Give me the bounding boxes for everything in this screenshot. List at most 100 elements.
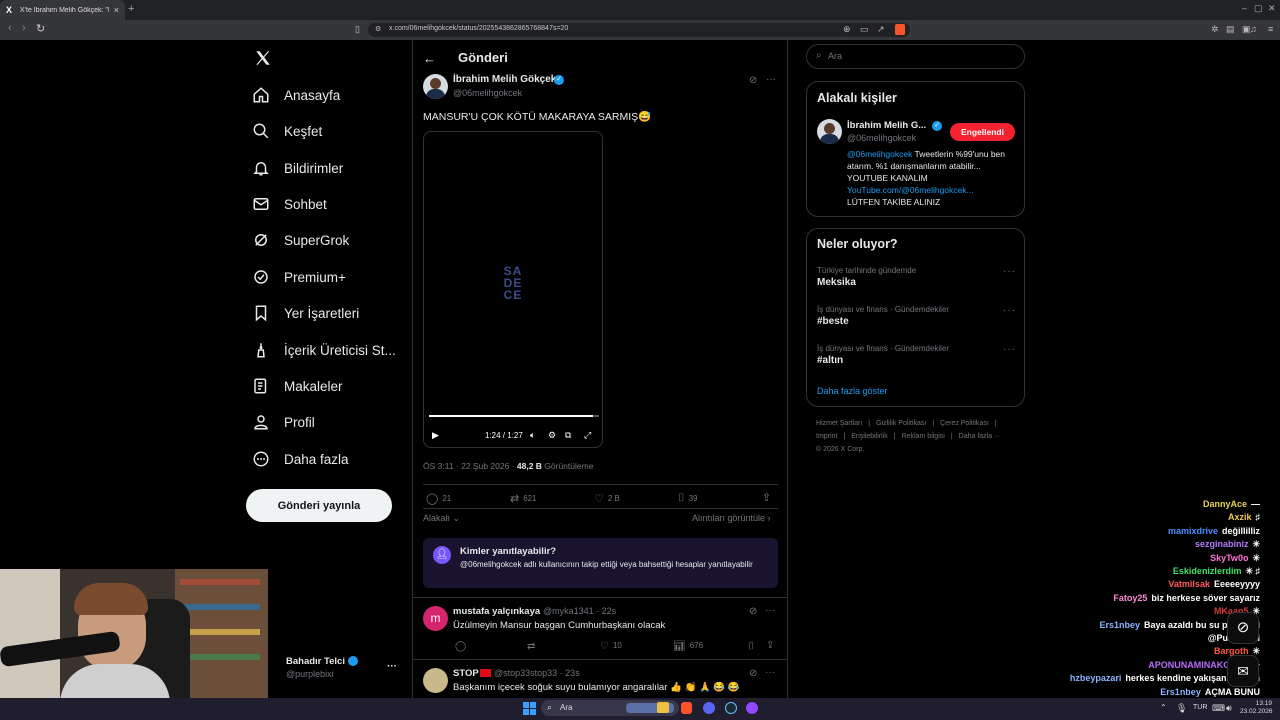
network-icon[interactable]: ⌨: [1212, 703, 1225, 714]
post-more-icon[interactable]: ···: [766, 74, 776, 85]
author-name[interactable]: İbrahim Melih Gökçek: [453, 74, 556, 85]
sidebar-item-bookmarks[interactable]: Yer İşaretleri: [252, 302, 359, 324]
new-tab-button[interactable]: +: [128, 3, 134, 15]
reload-icon[interactable]: ↻: [36, 22, 45, 35]
zoom-icon[interactable]: ⊕: [843, 24, 851, 35]
share-icon[interactable]: ↗: [877, 24, 885, 35]
post-button[interactable]: Gönderi yayınla: [246, 489, 392, 522]
reply-item[interactable]: m mustafa yalçınkaya @myka1341 · 22s ⊘ ·…: [413, 598, 787, 658]
steam-icon[interactable]: [725, 702, 737, 714]
sidebar-item-creator-studio[interactable]: İçerik Üreticisi St...: [252, 339, 396, 361]
blocked-button[interactable]: Engellendi: [950, 123, 1015, 141]
grok-icon[interactable]: ⊘: [749, 606, 757, 617]
brave-icon[interactable]: [681, 702, 692, 714]
trend-more-icon[interactable]: ···: [1003, 305, 1016, 316]
messages-float-icon[interactable]: ✉: [1227, 655, 1259, 687]
bookmark-button[interactable]: ⌷ 39: [678, 492, 698, 505]
file-explorer-icon[interactable]: [657, 702, 669, 713]
bookmark-icon[interactable]: ⌷: [748, 641, 754, 652]
footer-link[interactable]: Hizmet Şartları: [816, 420, 862, 427]
grok-icon[interactable]: ⊘: [749, 668, 757, 679]
trend-more-icon[interactable]: ···: [1003, 344, 1016, 355]
footer-link[interactable]: Çerez Politikası: [940, 420, 989, 427]
video-progress-track[interactable]: [429, 415, 599, 417]
person-name[interactable]: İbrahim Melih G...: [847, 120, 926, 131]
sidebar-item-profile[interactable]: Profil: [252, 411, 315, 433]
grok-float-icon[interactable]: ⊘: [1227, 612, 1259, 644]
settings-icon[interactable]: ⚙: [548, 430, 556, 441]
bio-mention[interactable]: @06melihgokcek: [847, 149, 912, 159]
trend-item[interactable]: İş dünyası ve finans · Gündemdekiler #be…: [817, 305, 1017, 327]
sidebar-item-home[interactable]: Anasayfa: [252, 84, 340, 106]
bio-link[interactable]: YouTube.com/@06melihgokcek...: [847, 185, 974, 195]
forward-arrow-icon[interactable]: ›: [22, 22, 26, 34]
sidebar-toggle-icon[interactable]: ▤: [1226, 24, 1235, 35]
sidebar-item-explore[interactable]: Keşfet: [252, 120, 322, 142]
video-player[interactable]: SADECE ▶ 1:24 / 1:27 🔈︎ ⚙ ⧉ ⤢: [423, 131, 603, 448]
volume-icon[interactable]: 🔈︎: [530, 430, 535, 441]
brave-shield-icon[interactable]: [895, 24, 905, 35]
footer-link[interactable]: Erişilebilirlik: [851, 433, 888, 440]
search-input[interactable]: ⌕ Ara: [806, 44, 1025, 69]
trend-item[interactable]: İş dünyası ve finans · Gündemdekiler #al…: [817, 344, 1017, 366]
obs-icon[interactable]: [746, 702, 758, 714]
like-button[interactable]: ♡ 2 B: [594, 492, 620, 505]
screen-icon[interactable]: ▭: [860, 24, 869, 35]
author-avatar[interactable]: [423, 74, 448, 99]
person-avatar[interactable]: [817, 119, 842, 144]
close-window-button[interactable]: ✕: [1268, 3, 1276, 14]
taskbar-clock[interactable]: 13:19 23.02.2026: [1240, 700, 1273, 716]
reply-item[interactable]: STOP @stop33stop33 · 23s ⊘ ··· Başkanım …: [413, 660, 787, 698]
microphone-icon[interactable]: 🎙︎: [1176, 703, 1187, 714]
url-text[interactable]: x.com/06melihgokcek/status/2025543862865…: [389, 25, 568, 32]
reply-button[interactable]: ◯ 21: [426, 492, 451, 505]
windows-start-icon[interactable]: [523, 702, 536, 715]
grok-icon[interactable]: ⊘: [749, 75, 757, 86]
repost-button[interactable]: ⇄ 621: [510, 492, 537, 505]
fullscreen-icon[interactable]: ⤢: [584, 430, 591, 441]
sort-replies-dropdown[interactable]: Alakalı ⌄: [423, 513, 460, 524]
bookmark-page-icon[interactable]: ▯: [355, 24, 360, 35]
back-arrow-icon[interactable]: ‹: [8, 22, 12, 34]
show-more-link[interactable]: Daha fazla göster: [817, 386, 888, 396]
trend-more-icon[interactable]: ···: [1003, 266, 1016, 277]
sidebar-item-premium[interactable]: Premium+: [252, 266, 346, 288]
play-icon[interactable]: ▶: [432, 430, 439, 441]
footer-link[interactable]: Daha fazla ···: [959, 433, 1001, 440]
language-indicator[interactable]: TUR: [1193, 704, 1207, 711]
minimize-button[interactable]: –: [1242, 3, 1247, 13]
footer-link[interactable]: Reklam bilgisi: [902, 433, 945, 440]
tab-close-icon[interactable]: ×: [114, 5, 119, 15]
like-button[interactable]: ♡ 10: [600, 641, 622, 652]
maximize-button[interactable]: ▢: [1254, 3, 1263, 14]
reply-avatar[interactable]: m: [423, 606, 448, 631]
share-icon[interactable]: ⇪: [766, 640, 774, 651]
views-button[interactable]: 📊︎ 676: [673, 641, 703, 652]
back-button[interactable]: ←: [423, 51, 436, 66]
sidebar-item-more[interactable]: Daha fazla: [252, 448, 349, 470]
reply-more-icon[interactable]: ···: [765, 667, 775, 678]
tray-expand-icon[interactable]: ⌃: [1160, 703, 1167, 712]
account-menu-icon[interactable]: ···: [387, 661, 397, 672]
menu-icon[interactable]: ≡: [1268, 24, 1273, 34]
repost-icon[interactable]: ⇄: [527, 641, 535, 652]
reply-icon[interactable]: ◯: [455, 641, 466, 652]
footer-link[interactable]: Gizlilik Politikası: [876, 420, 926, 427]
pip-icon[interactable]: ⧉: [565, 430, 571, 441]
reply-author[interactable]: mustafa yalçınkaya: [453, 606, 540, 617]
view-quotes-link[interactable]: Alıntıları görüntüle ›: [692, 513, 771, 523]
author-handle[interactable]: @06melihgokcek: [453, 88, 522, 98]
site-settings-icon[interactable]: ⚙: [375, 25, 381, 33]
sidebar-item-supergrok[interactable]: SuperGrok: [252, 229, 349, 251]
sidebar-item-articles[interactable]: Makaleler: [252, 375, 343, 397]
extensions-icon[interactable]: ✲: [1211, 24, 1219, 35]
reply-avatar[interactable]: [423, 668, 448, 693]
footer-link[interactable]: Imprint: [816, 433, 837, 440]
reply-author[interactable]: STOP: [453, 668, 479, 679]
volume-icon[interactable]: 🔊︎: [1226, 703, 1232, 714]
sidebar-item-chat[interactable]: Sohbet: [252, 193, 327, 215]
sidebar-item-notifications[interactable]: Bildirimler: [252, 157, 343, 179]
discord-icon[interactable]: [703, 702, 715, 714]
media-icon[interactable]: ♫: [1250, 24, 1257, 34]
account-switcher[interactable]: Bahadır Telci @purplebixi ···: [270, 655, 400, 689]
